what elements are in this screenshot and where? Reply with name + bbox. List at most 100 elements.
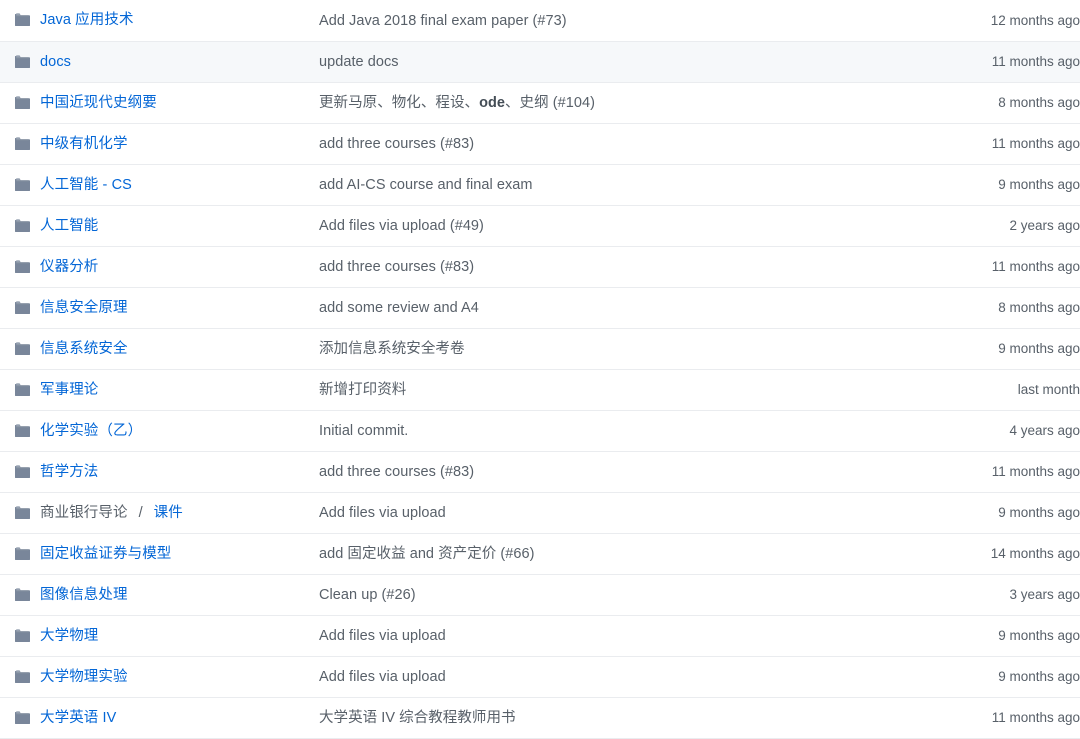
file-name-wrapper: 人工智能 - CS: [14, 175, 319, 195]
folder-icon: [14, 136, 31, 152]
file-name-link[interactable]: 大学物理实验: [40, 667, 128, 687]
commit-message-text[interactable]: Add Java 2018 final exam paper (#73): [319, 13, 567, 29]
last-updated-cell: 9 months ago: [909, 164, 1080, 205]
table-row[interactable]: 中国近现代史纲要更新马原、物化、程设、ode、史纲 (#104)8 months…: [0, 82, 1080, 123]
file-name-link[interactable]: 人工智能 - CS: [40, 175, 132, 195]
table-row[interactable]: 军事理论新增打印资料last month: [0, 369, 1080, 410]
commit-message-text[interactable]: add three courses (#83): [319, 259, 474, 275]
file-name-cell: 人工智能 - CS: [0, 164, 319, 205]
commit-message-cell: update docs: [319, 41, 909, 82]
commit-message-text[interactable]: 更新马原、物化、程设、ode、史纲 (#104): [319, 95, 595, 111]
table-row[interactable]: 固定收益证券与模型 add 固定收益 and 资产定价 (#66) 14 month…: [0, 533, 1080, 574]
file-name-link[interactable]: 军事理论: [40, 380, 98, 400]
commit-message-text[interactable]: Add files via upload: [319, 628, 446, 644]
commit-message-cell: 大学英语 IV 综合教程教师用书: [319, 697, 909, 738]
table-row[interactable]: 信息系统安全 添加信息系统安全考卷 9 months ago: [0, 328, 1080, 369]
file-name-link[interactable]: 中国近现代史纲要: [40, 93, 157, 113]
relative-timestamp: 11 months ago: [992, 710, 1080, 725]
file-name-link[interactable]: 化学实验（乙）: [40, 421, 142, 441]
file-name-link[interactable]: 信息安全原理: [40, 298, 128, 318]
commit-message-text[interactable]: Initial commit.: [319, 423, 408, 439]
folder-icon: [14, 669, 31, 685]
file-name-wrapper: 中国近现代史纲要: [14, 93, 319, 113]
file-name-wrapper: docs: [14, 52, 319, 72]
commit-message-text[interactable]: 新增打印资料: [319, 382, 406, 398]
file-name-wrapper: 中级有机化学: [14, 134, 319, 154]
file-name-link[interactable]: docs: [40, 52, 71, 72]
folder-icon: [14, 587, 31, 603]
table-row[interactable]: 大学物理 Add files via upload 9 months ago: [0, 615, 1080, 656]
table-row[interactable]: 中级有机化学add three courses (#83)11 months a…: [0, 123, 1080, 164]
commit-message-cell: Add files via upload: [319, 492, 909, 533]
file-name-cell: 信息安全原理: [0, 287, 319, 328]
table-row[interactable]: 人工智能 Add files via upload (#49) 2 years ag…: [0, 205, 1080, 246]
file-name-link[interactable]: Java 应用技术: [40, 10, 134, 30]
relative-timestamp: 9 months ago: [998, 341, 1080, 356]
commit-message-cell: add some review and A4: [319, 287, 909, 328]
file-name-wrapper: 大学物理: [14, 626, 319, 646]
commit-message-text[interactable]: update docs: [319, 54, 399, 70]
file-name-link[interactable]: 大学物理: [40, 626, 98, 646]
commit-message-text[interactable]: Add files via upload (#49): [319, 218, 484, 234]
file-name-wrapper: 大学物理实验: [14, 667, 319, 687]
file-name-wrapper: 商业银行导论/课件: [14, 503, 319, 523]
file-name-cell: 固定收益证券与模型: [0, 533, 319, 574]
file-name-link[interactable]: 信息系统安全: [40, 339, 128, 359]
folder-icon: [14, 54, 31, 70]
relative-timestamp: 2 years ago: [1009, 218, 1080, 233]
file-name-link[interactable]: 图像信息处理: [40, 585, 128, 605]
table-row[interactable]: docsupdate docs11 months ago: [0, 41, 1080, 82]
table-row[interactable]: 仪器分析add three courses (#83)11 months ago: [0, 246, 1080, 287]
file-name-link[interactable]: 中级有机化学: [40, 134, 128, 154]
table-row[interactable]: 化学实验（乙）Initial commit.4 years ago: [0, 410, 1080, 451]
relative-timestamp: 14 months ago: [991, 546, 1080, 561]
commit-message-cell: 更新马原、物化、程设、ode、史纲 (#104): [319, 82, 909, 123]
file-name-link[interactable]: 固定收益证券与模型: [40, 544, 171, 564]
path-separator: /: [137, 503, 145, 523]
table-row[interactable]: 人工智能 - CS add AI-CS course and final exam…: [0, 164, 1080, 205]
file-name-link[interactable]: 仪器分析: [40, 257, 98, 277]
commit-message-text[interactable]: 添加信息系统安全考卷: [319, 341, 465, 357]
commit-message-text[interactable]: add some review and A4: [319, 300, 479, 316]
file-name-wrapper: Java 应用技术: [14, 10, 319, 30]
table-row[interactable]: Java 应用技术 Add Java 2018 final exam paper …: [0, 0, 1080, 41]
commit-message-cell: 添加信息系统安全考卷: [319, 328, 909, 369]
file-name-link[interactable]: 大学英语 IV: [40, 708, 116, 728]
relative-timestamp: 12 months ago: [991, 13, 1080, 28]
commit-message-cell: Add files via upload: [319, 615, 909, 656]
commit-message-cell: Add files via upload (#49): [319, 205, 909, 246]
folder-icon: [14, 628, 31, 644]
table-row[interactable]: 商业银行导论/课件Add files via upload9 months ag…: [0, 492, 1080, 533]
commit-message-text[interactable]: Clean up (#26): [319, 587, 416, 603]
file-name-wrapper: 信息安全原理: [14, 298, 319, 318]
table-row[interactable]: 信息安全原理 add some review and A4 8 months ago: [0, 287, 1080, 328]
folder-icon: [14, 259, 31, 275]
commit-message-text[interactable]: add AI-CS course and final exam: [319, 177, 533, 193]
file-name-link[interactable]: 课件: [154, 503, 183, 523]
file-name-wrapper: 固定收益证券与模型: [14, 544, 319, 564]
commit-message-text[interactable]: Add files via upload: [319, 669, 446, 685]
folder-icon: [14, 300, 31, 316]
commit-message-cell: Add Java 2018 final exam paper (#73): [319, 0, 909, 41]
table-row[interactable]: 图像信息处理Clean up (#26)3 years ago: [0, 574, 1080, 615]
file-name-cell: docs: [0, 41, 319, 82]
last-updated-cell: 9 months ago: [909, 615, 1080, 656]
commit-message-text[interactable]: add three courses (#83): [319, 464, 474, 480]
relative-timestamp: 8 months ago: [998, 300, 1080, 315]
file-name-link[interactable]: 哲学方法: [40, 462, 98, 482]
commit-message-text[interactable]: add 固定收益 and 资产定价 (#66): [319, 546, 535, 562]
file-listing-table: Java 应用技术 Add Java 2018 final exam paper …: [0, 0, 1080, 739]
folder-icon: [14, 12, 31, 28]
file-name-wrapper: 人工智能: [14, 216, 319, 236]
relative-timestamp: 11 months ago: [992, 464, 1080, 479]
folder-icon: [14, 218, 31, 234]
file-name-link[interactable]: 人工智能: [40, 216, 98, 236]
commit-message-text[interactable]: 大学英语 IV 综合教程教师用书: [319, 710, 516, 726]
table-row[interactable]: 大学英语 IV 大学英语 IV 综合教程教师用书 11 months ago: [0, 697, 1080, 738]
table-row[interactable]: 哲学方法 add three courses (#83) 11 months ago: [0, 451, 1080, 492]
table-row[interactable]: 大学物理实验Add files via upload9 months ago: [0, 656, 1080, 697]
commit-message-text[interactable]: add three courses (#83): [319, 136, 474, 152]
file-name-cell: 图像信息处理: [0, 574, 319, 615]
file-name-cell: 仪器分析: [0, 246, 319, 287]
commit-message-text[interactable]: Add files via upload: [319, 505, 446, 521]
